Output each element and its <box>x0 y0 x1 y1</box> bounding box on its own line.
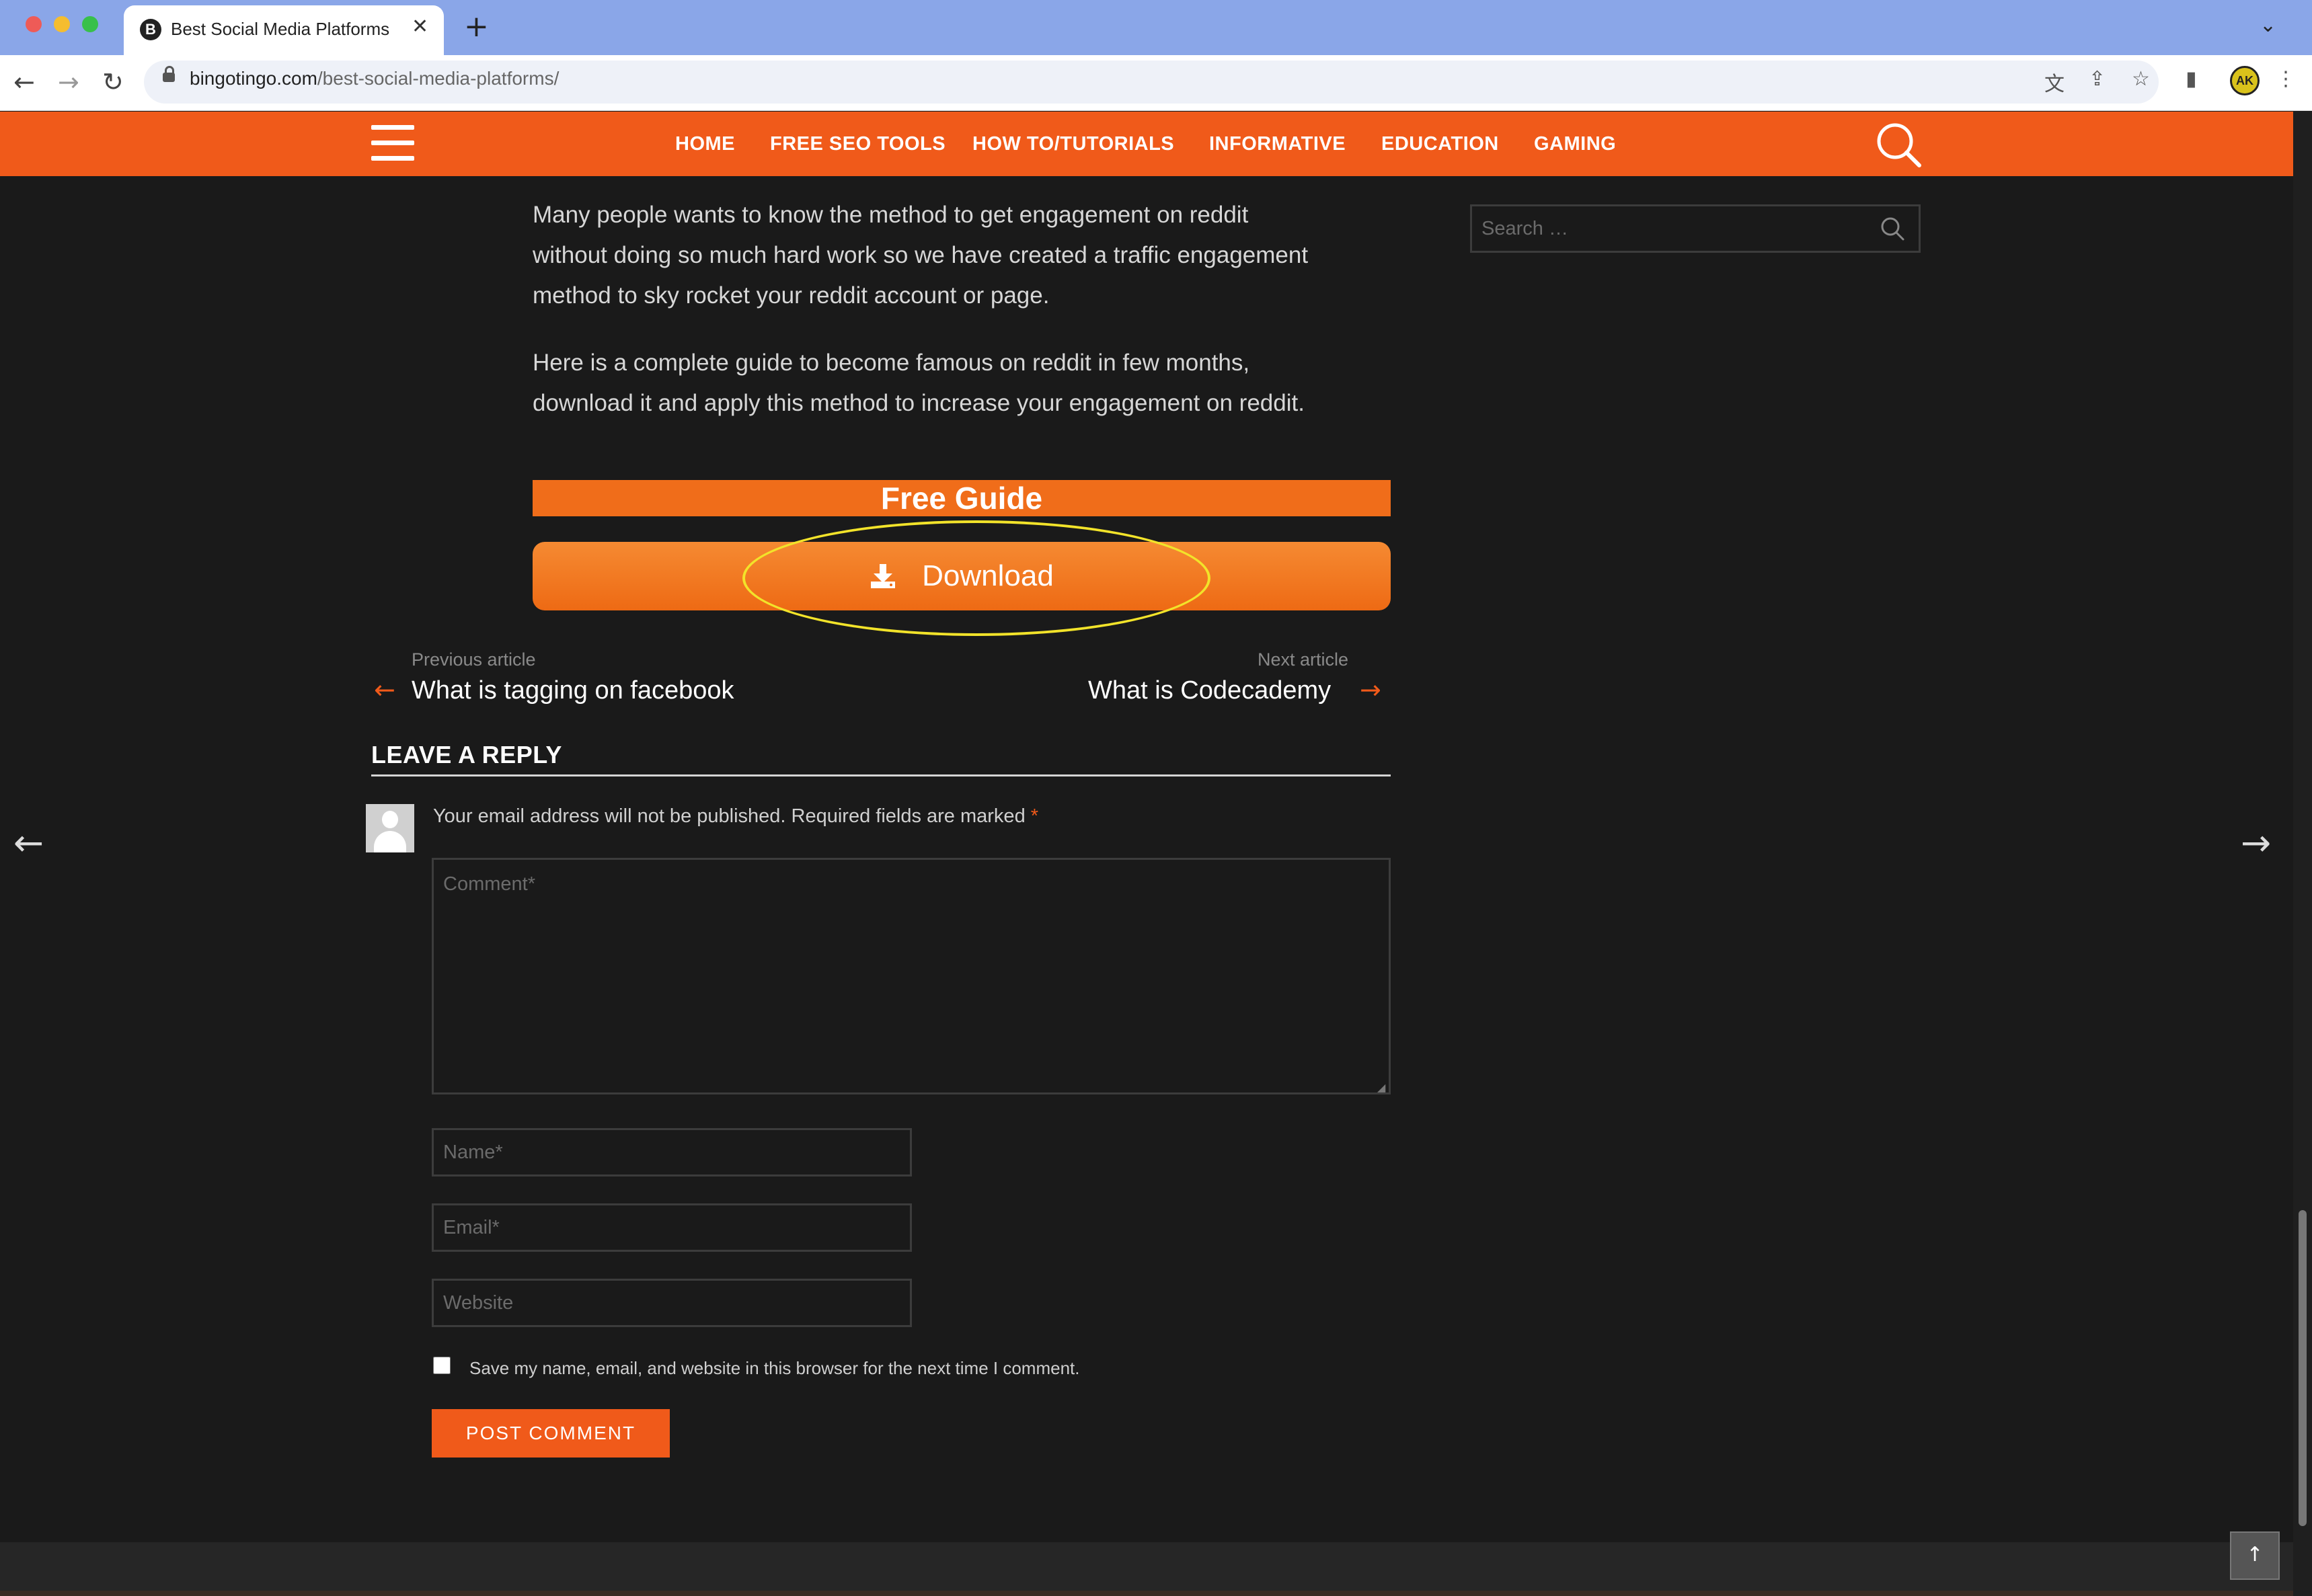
minimize-window-button[interactable] <box>54 16 70 32</box>
profile-avatar[interactable]: AK <box>2230 66 2260 95</box>
sidebar-search-icon[interactable] <box>1878 214 1907 243</box>
url-path: /best-social-media-platforms/ <box>317 68 560 89</box>
paragraph-line: download it and apply this method to inc… <box>533 390 1305 416</box>
paragraph-line: Many people wants to know the method to … <box>533 202 1249 228</box>
paragraph-line: Here is a complete guide to become famou… <box>533 350 1250 376</box>
previous-arrow-icon[interactable]: ← <box>374 675 395 705</box>
reload-icon[interactable]: ↻ <box>102 63 124 101</box>
side-panel-icon[interactable]: ▮ <box>2186 67 2197 91</box>
nav-informative[interactable]: INFORMATIVE <box>1209 133 1346 155</box>
next-arrow-icon[interactable]: → <box>1360 675 1381 705</box>
avatar-placeholder-icon <box>366 804 414 852</box>
free-guide-banner: Free Guide <box>533 480 1391 516</box>
tab-search-chevron-icon[interactable]: ⌄ <box>2260 13 2276 37</box>
post-comment-button[interactable]: POST COMMENT <box>432 1409 670 1458</box>
browser-tab[interactable]: B Best Social Media Platforms | B ✕ <box>124 5 444 55</box>
nav-how-to-tutorials[interactable]: HOW TO/TUTORIALS <box>972 133 1174 155</box>
save-info-label[interactable]: Save my name, email, and website in this… <box>469 1358 1080 1379</box>
comment-textarea[interactable] <box>432 858 1391 1094</box>
sidebar-search-input[interactable] <box>1470 204 1921 253</box>
paragraph-line: without doing so much hard work so we ha… <box>533 242 1309 268</box>
previous-article-link[interactable]: What is tagging on facebook <box>412 676 734 705</box>
email-notice: Your email address will not be published… <box>433 805 1038 828</box>
tab-close-icon[interactable]: ✕ <box>412 15 428 38</box>
website-field[interactable] <box>432 1279 912 1327</box>
back-to-top-arrow-icon[interactable]: ↑ <box>2230 1531 2280 1580</box>
article-paragraph-2: Here is a complete guide to become famou… <box>533 343 1393 424</box>
url-domain: bingotingo.com <box>190 68 317 89</box>
close-window-button[interactable] <box>26 16 42 32</box>
paragraph-line: method to sky rocket your reddit account… <box>533 282 1050 309</box>
save-info-checkbox[interactable] <box>433 1357 451 1374</box>
resize-grip-icon[interactable]: ◢ <box>1377 1081 1385 1094</box>
lock-icon[interactable] <box>163 66 175 82</box>
share-icon[interactable]: ⇪ <box>2089 67 2106 91</box>
article-paragraph-1: Many people wants to know the method to … <box>533 195 1393 316</box>
next-post-arrow-icon[interactable]: → <box>2241 822 2271 864</box>
footer-image-strip <box>0 1591 2293 1596</box>
nav-free-seo-tools[interactable]: FREE SEO TOOLS <box>770 133 946 155</box>
download-icon <box>871 564 896 588</box>
nav-gaming[interactable]: GAMING <box>1534 133 1616 155</box>
new-tab-button[interactable]: + <box>464 12 489 42</box>
translate-icon[interactable]: 文 <box>2044 67 2065 97</box>
tab-title: Best Social Media Platforms | B <box>171 19 393 39</box>
next-article-label: Next article <box>1258 649 1349 670</box>
download-label: Download <box>922 559 1054 592</box>
forward-arrow-icon[interactable]: → <box>58 63 79 101</box>
previous-post-arrow-icon[interactable]: ← <box>13 822 44 864</box>
back-arrow-icon[interactable]: ← <box>13 63 35 101</box>
site-favicon-icon: B <box>140 19 161 40</box>
search-icon[interactable] <box>1875 121 1922 168</box>
site-footer <box>0 1542 2293 1596</box>
required-asterisk: * <box>1030 805 1039 827</box>
nav-home[interactable]: HOME <box>675 133 735 155</box>
heading-divider <box>371 774 1391 776</box>
email-field[interactable] <box>432 1203 912 1252</box>
url-text[interactable]: bingotingo.com/best-social-media-platfor… <box>190 68 559 89</box>
nav-education[interactable]: EDUCATION <box>1381 133 1499 155</box>
hamburger-menu-icon[interactable] <box>371 125 414 161</box>
bookmark-star-icon[interactable]: ☆ <box>2132 67 2150 91</box>
previous-article-label: Previous article <box>412 649 536 670</box>
name-field[interactable] <box>432 1128 912 1176</box>
browser-menu-icon[interactable]: ⋮ <box>2276 67 2296 91</box>
scrollbar-thumb[interactable] <box>2299 1210 2307 1526</box>
download-button[interactable]: Download <box>533 542 1391 610</box>
next-article-link[interactable]: What is Codecademy <box>1088 676 1331 705</box>
email-notice-text: Your email address will not be published… <box>433 805 1026 827</box>
maximize-window-button[interactable] <box>82 16 98 32</box>
leave-reply-heading: LEAVE A REPLY <box>371 741 562 768</box>
